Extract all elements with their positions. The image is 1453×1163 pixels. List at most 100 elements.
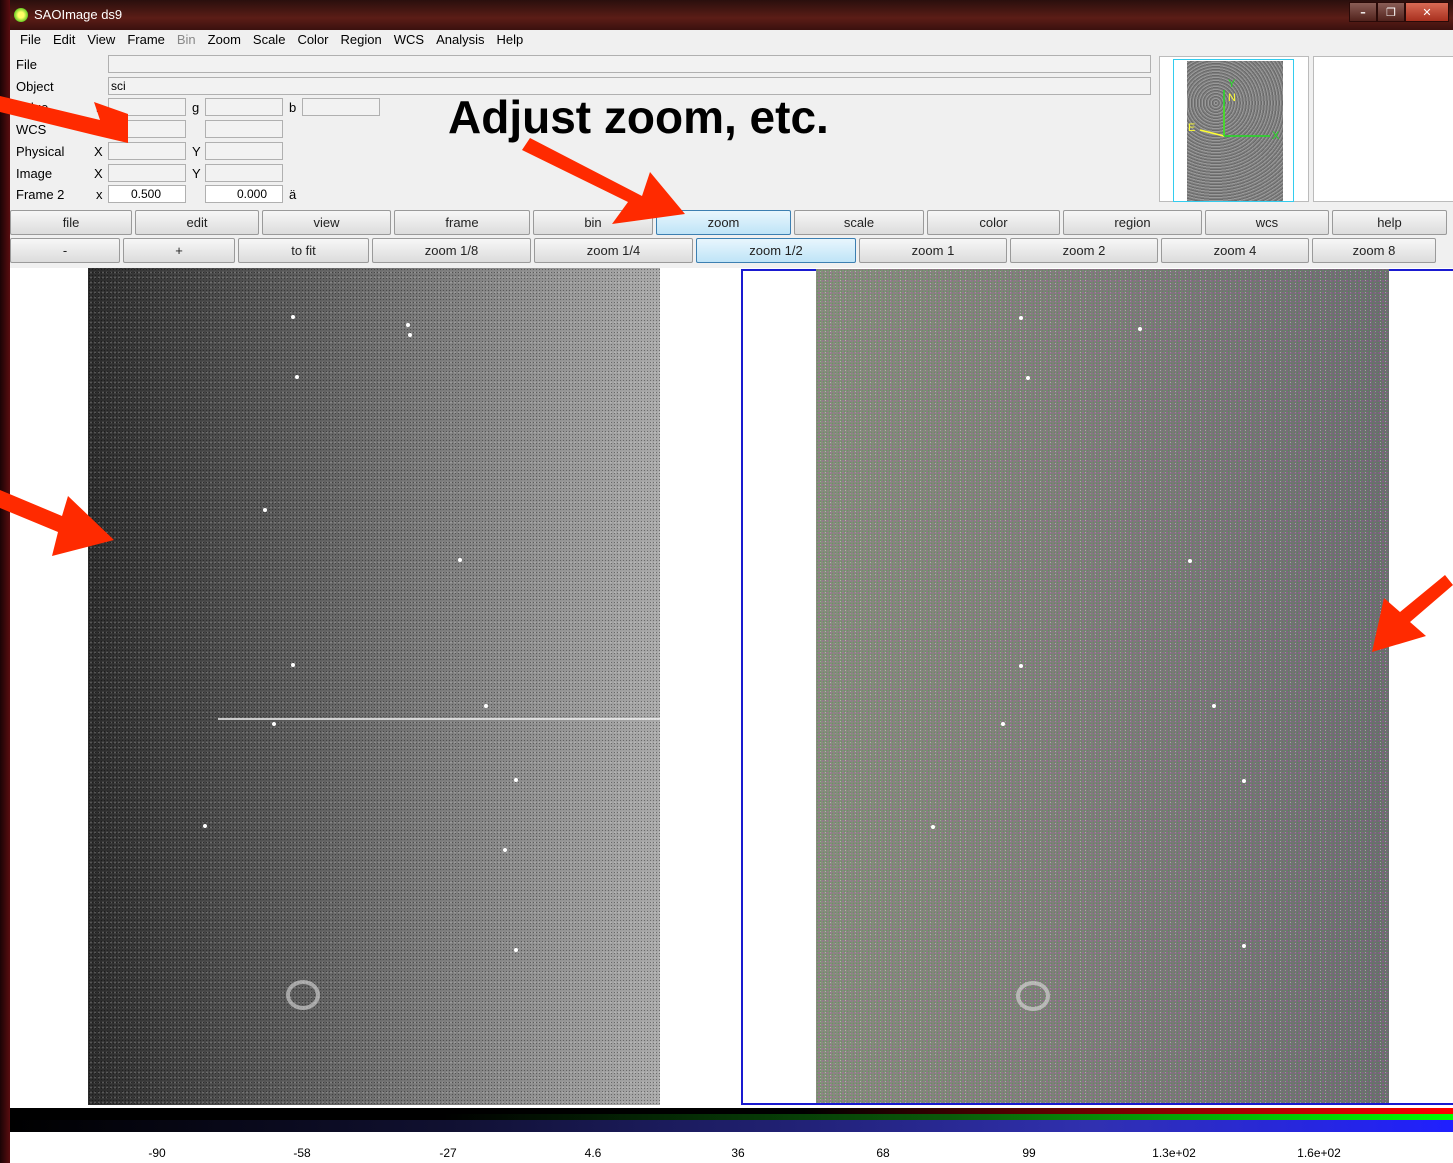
frame-2-image[interactable] xyxy=(816,269,1389,1103)
star xyxy=(295,375,299,379)
menu-frame[interactable]: Frame xyxy=(121,30,171,50)
colorbar-scale: -90 -58 -27 4.6 36 68 99 1.3e+02 1.6e+02 xyxy=(10,1132,1453,1163)
colorbar-tick: 36 xyxy=(731,1146,745,1160)
star xyxy=(1188,559,1192,563)
object-label: Object xyxy=(16,79,54,94)
main-button-bar: file edit view frame bin zoom scale colo… xyxy=(10,210,1453,236)
btn-zoom-to-fit[interactable]: to fit xyxy=(238,238,369,263)
maximize-button[interactable]: ❐ xyxy=(1377,2,1405,22)
btn-wcs[interactable]: wcs xyxy=(1205,210,1329,235)
frame-2-noise xyxy=(816,269,1389,1103)
image-label: Image xyxy=(16,166,53,181)
zoom-button-bar: - + to fit zoom 1/8 zoom 1/4 zoom 1/2 zo… xyxy=(10,238,1453,264)
panner-north-label: N xyxy=(1228,92,1236,104)
star xyxy=(203,824,207,828)
menu-color[interactable]: Color xyxy=(291,30,334,50)
star xyxy=(514,778,518,782)
btn-region[interactable]: region xyxy=(1063,210,1202,235)
colorbar-tick: 4.6 xyxy=(584,1146,602,1160)
menu-help[interactable]: Help xyxy=(490,30,529,50)
panner-east-label: E xyxy=(1188,122,1196,134)
frame-x-label: x xyxy=(96,187,103,202)
colorbar-tick: 99 xyxy=(1022,1146,1036,1160)
btn-zoom-in[interactable]: + xyxy=(123,238,235,263)
window-title: SAOImage ds9 xyxy=(34,7,123,22)
menu-region[interactable]: Region xyxy=(335,30,388,50)
star xyxy=(514,948,518,952)
frame-angle-field: 0.000 xyxy=(205,185,283,203)
btn-help[interactable]: help xyxy=(1332,210,1447,235)
star xyxy=(406,323,410,327)
btn-zoom-8[interactable]: zoom 8 xyxy=(1312,238,1436,263)
menu-bin[interactable]: Bin xyxy=(171,30,202,50)
star xyxy=(1026,376,1030,380)
value-r-field xyxy=(108,98,186,116)
value-g-label: g xyxy=(192,100,200,115)
colorbar-tick: 1.3e+02 xyxy=(1152,1146,1196,1160)
menu-zoom[interactable]: Zoom xyxy=(202,30,247,50)
star xyxy=(1212,704,1216,708)
frame-1-ring-nebula xyxy=(286,980,320,1010)
star xyxy=(408,333,412,337)
frame-angle-unit: ä xyxy=(289,187,297,202)
btn-zoom-1[interactable]: zoom 1 xyxy=(859,238,1007,263)
wcs-y-field xyxy=(205,120,283,138)
physical-x-field xyxy=(108,142,186,160)
btn-zoom-out[interactable]: - xyxy=(10,238,120,263)
menu-edit[interactable]: Edit xyxy=(47,30,81,50)
star xyxy=(291,663,295,667)
image-y-field xyxy=(205,164,283,182)
image-display-area[interactable] xyxy=(10,268,1453,1108)
ds9-window: SAOImage ds9 – ❐ ✕ File Edit View Frame … xyxy=(10,0,1453,1163)
btn-bin[interactable]: bin xyxy=(533,210,653,235)
frame-1-satellite-streak xyxy=(218,718,660,720)
frame-1-image[interactable] xyxy=(88,268,660,1105)
btn-scale[interactable]: scale xyxy=(794,210,924,235)
btn-color[interactable]: color xyxy=(927,210,1060,235)
star xyxy=(1242,944,1246,948)
frame-label: Frame 2 xyxy=(16,187,65,202)
btn-edit[interactable]: edit xyxy=(135,210,259,235)
panner-y-label: Y xyxy=(1228,78,1236,90)
file-field xyxy=(108,55,1151,73)
star xyxy=(1001,722,1005,726)
star xyxy=(1019,316,1023,320)
star xyxy=(503,848,507,852)
file-label: File xyxy=(16,57,37,72)
value-b-label: b xyxy=(289,100,297,115)
colorbar-tick: 1.6e+02 xyxy=(1297,1146,1341,1160)
btn-zoom-1-4[interactable]: zoom 1/4 xyxy=(534,238,693,263)
value-b-field xyxy=(302,98,380,116)
btn-zoom-1-2[interactable]: zoom 1/2 xyxy=(696,238,856,263)
colorbar-tick: -90 xyxy=(148,1146,166,1160)
value-label: Value xyxy=(16,100,49,115)
title-bar[interactable]: SAOImage ds9 – ❐ ✕ xyxy=(10,0,1453,30)
panner-image-frame[interactable]: N E X Y xyxy=(1173,59,1294,202)
wcs-x-field xyxy=(108,120,186,138)
menu-analysis[interactable]: Analysis xyxy=(430,30,490,50)
menu-scale[interactable]: Scale xyxy=(247,30,292,50)
star xyxy=(272,722,276,726)
menu-wcs[interactable]: WCS xyxy=(388,30,430,50)
btn-frame[interactable]: frame xyxy=(394,210,530,235)
wcs-label: WCS xyxy=(16,122,47,137)
menu-view[interactable]: View xyxy=(81,30,121,50)
btn-zoom-2[interactable]: zoom 2 xyxy=(1010,238,1158,263)
btn-zoom-4[interactable]: zoom 4 xyxy=(1161,238,1309,263)
colorbar[interactable] xyxy=(10,1108,1453,1132)
panner-view[interactable]: N E X Y xyxy=(1159,56,1309,202)
physical-label: Physical xyxy=(16,144,65,159)
image-y-label: Y xyxy=(192,166,201,181)
btn-zoom[interactable]: zoom xyxy=(656,210,791,235)
btn-file[interactable]: file xyxy=(10,210,132,235)
star xyxy=(931,825,935,829)
btn-view[interactable]: view xyxy=(262,210,391,235)
star xyxy=(1138,327,1142,331)
physical-y-label: Y xyxy=(192,144,201,159)
colorbar-tick: -58 xyxy=(293,1146,311,1160)
star xyxy=(1019,664,1023,668)
btn-zoom-1-8[interactable]: zoom 1/8 xyxy=(372,238,531,263)
menu-file[interactable]: File xyxy=(14,30,47,50)
close-button[interactable]: ✕ xyxy=(1405,2,1449,22)
minimize-button[interactable]: – xyxy=(1349,2,1377,22)
